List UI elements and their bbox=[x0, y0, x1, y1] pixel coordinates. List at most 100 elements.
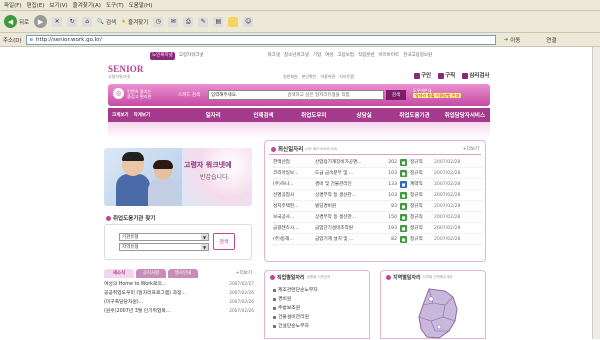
list-item[interactable]: (미구축담당자원)... 2007/02/26 bbox=[104, 298, 254, 307]
tab-news[interactable]: 새소식 bbox=[104, 268, 134, 278]
table-row[interactable]: 금광텐츠시... 금업단기설비조작원 193 ■ 정규직 2007/02/28 bbox=[273, 223, 483, 234]
job-type: 정규직 bbox=[410, 204, 423, 209]
mail-icon[interactable]: ✉ bbox=[168, 16, 179, 27]
quick-job-seek[interactable]: 구직 bbox=[438, 71, 455, 79]
region-select[interactable]: 지역유형 ▼ bbox=[119, 243, 209, 251]
utility-link[interactable]: 본인확인 bbox=[302, 74, 317, 80]
messenger-icon[interactable]: ☺ bbox=[243, 16, 254, 27]
table-row[interactable]: (주)하나... 경비 및 건물관리인 133 ■ 계약직 2007/02/28 bbox=[273, 179, 483, 190]
edit-icon[interactable]: ✎ bbox=[198, 16, 209, 27]
zoom-in-button[interactable]: 크게보기 bbox=[112, 112, 129, 118]
utility-link[interactable]: 사이트맵 bbox=[339, 74, 354, 80]
history-icon[interactable]: ◷ bbox=[153, 16, 164, 27]
list-item[interactable]: 경비원 bbox=[273, 295, 318, 304]
search-button[interactable]: 🔍 검색 bbox=[97, 18, 116, 26]
menu-tools[interactable]: 도구(T) bbox=[106, 1, 124, 9]
menu-help[interactable]: 도움말(H) bbox=[129, 1, 153, 9]
guide-banner[interactable]: ◎ 컨텐츠 즐기는 즐겁고 편리한 bbox=[113, 88, 151, 99]
table-row[interactable]: 한맥산업 산업용기계장비가공명... 202 ■ 정규직 2007/02/28 bbox=[273, 157, 483, 168]
links-label[interactable]: 연결 bbox=[546, 36, 556, 44]
job-company: 금광텐츠시... bbox=[273, 226, 299, 231]
forward-button[interactable]: ▶ bbox=[34, 15, 48, 28]
table-row[interactable]: 선명공업사 상경부작 등 생산관... 103 ■ 정규직 2007/02/28 bbox=[273, 190, 483, 201]
nav-item-counsel[interactable]: 상담실 bbox=[339, 111, 389, 119]
nav-item-helper[interactable]: 취업도우미 bbox=[289, 111, 339, 119]
nav-item-jobs[interactable]: 일자리 bbox=[188, 111, 238, 119]
table-row[interactable]: 성지주택현... 빌딩경비원 83 ■ 정규직 2007/02/28 bbox=[273, 201, 483, 212]
top-nav-item[interactable]: 직업훈련 bbox=[358, 52, 375, 60]
top-nav-item[interactable]: 워크넷 bbox=[268, 52, 280, 60]
agency-type-select[interactable]: 기관유형 ▼ bbox=[119, 233, 209, 241]
speed-search-button[interactable]: 검색 bbox=[386, 90, 406, 100]
top-nav-item[interactable]: 고령자워크넷 bbox=[179, 52, 204, 60]
discuss-icon[interactable]: ▤ bbox=[213, 16, 224, 27]
helper-guide[interactable]: 도우미안내 일자리 창출 이용방법 안내 bbox=[413, 88, 462, 98]
list-item[interactable]: 건물설비관리원 bbox=[273, 313, 318, 322]
tab-events[interactable]: 행사안내 bbox=[168, 268, 198, 278]
quick-test[interactable]: 심리검사 bbox=[462, 71, 490, 79]
list-item[interactable]: 공공취업도우미 (일자리프로그램) 과정... 2007/02/26 bbox=[104, 289, 254, 298]
go-button[interactable]: 이동 bbox=[510, 36, 520, 44]
list-item[interactable]: 주방보조원 bbox=[273, 304, 318, 313]
table-row[interactable]: 코리아일보... 도급 금속분무 및 ... 103 ■ 정규직 2007/02/28 bbox=[273, 168, 483, 179]
jobs-more-link[interactable]: +더보기 bbox=[463, 146, 479, 152]
job-count: 83 bbox=[391, 203, 397, 209]
utility-link[interactable]: 이용약관 bbox=[320, 74, 335, 80]
speed-search-input[interactable]: 입력해주세요. 검색하고 싶은 일자리유형을 직접 bbox=[208, 90, 384, 100]
menu-view[interactable]: 보기(V) bbox=[49, 1, 67, 9]
list-item[interactable]: (원주)2007년 3월 단기취업복... 2007/02/26 bbox=[104, 307, 254, 316]
top-nav-item[interactable]: 청소년워크넷 bbox=[284, 52, 309, 60]
table-row[interactable]: (주)동해... 금업기계 설치 및 ... 82 ■ 정규직 2007/02/28 bbox=[273, 234, 483, 245]
table-row[interactable]: 보국공사... 상경부작 등 생산관... 150 ■ 정규직 2007/02/28 bbox=[273, 212, 483, 223]
quick-job-offer[interactable]: 구인 bbox=[414, 71, 431, 79]
menu-favorites[interactable]: 즐겨찾기(A) bbox=[73, 1, 101, 9]
news-list: 여성의 Home to Work로의... 2007/02/27 공공취업도우미 … bbox=[104, 280, 254, 316]
menu-file[interactable]: 파일(F) bbox=[4, 1, 22, 9]
job-title: 도급 금속분무 및 ... bbox=[315, 171, 354, 176]
korea-map-icon[interactable] bbox=[411, 287, 467, 340]
home-icon[interactable]: ⌂ bbox=[82, 16, 93, 27]
back-button[interactable]: ◀ 뒤로 bbox=[4, 15, 29, 28]
top-nav-item[interactable]: 노인복지넷 bbox=[150, 52, 175, 60]
job-title: 상경부작 등 생산관... bbox=[315, 193, 357, 198]
news-more-link[interactable]: +더보기 bbox=[236, 270, 252, 276]
top-nav-item[interactable]: 아르바이트 bbox=[379, 52, 400, 60]
top-nav-item[interactable]: 한국고용정보원 bbox=[403, 52, 432, 60]
top-nav-item[interactable]: 기업 bbox=[313, 52, 321, 60]
back-arrow-icon: ◀ bbox=[4, 15, 17, 28]
list-item[interactable]: 건설단순노무자 bbox=[273, 322, 318, 331]
menu-edit[interactable]: 편집(E) bbox=[27, 1, 45, 9]
top-nav-item[interactable]: 고용보험 bbox=[337, 52, 354, 60]
job-title: 금업단기설비조작원 bbox=[315, 226, 354, 231]
utility-link[interactable]: 일반회원 bbox=[283, 74, 298, 80]
address-input[interactable]: e http://senior.work.go.kr/ bbox=[25, 34, 496, 45]
list-item[interactable]: 여성의 Home to Work로의... 2007/02/27 bbox=[104, 280, 254, 289]
folder-icon[interactable] bbox=[228, 16, 239, 27]
job-title: 빌딩경비원 bbox=[315, 204, 337, 209]
agency-search-button[interactable]: 검색 bbox=[213, 233, 235, 250]
job-count: 193 bbox=[388, 225, 397, 231]
stop-icon[interactable]: ✕ bbox=[52, 16, 63, 27]
job-company: 선명공업사 bbox=[273, 193, 295, 198]
refresh-icon[interactable]: ↻ bbox=[67, 16, 78, 27]
top-nav-item[interactable]: 여성 bbox=[325, 52, 333, 60]
nav-item-staff[interactable]: 취업담당자서비스 bbox=[440, 111, 490, 119]
list-item[interactable]: 제조관련단순노무자 bbox=[273, 286, 318, 295]
favorites-button[interactable]: ★ 즐겨찾기 bbox=[121, 18, 148, 26]
nav-item-agency[interactable]: 취업도움기관 bbox=[389, 111, 439, 119]
job-count: 103 bbox=[388, 192, 397, 198]
site-logo[interactable]: SENIOR 고령자워크넷 bbox=[108, 64, 168, 80]
vertical-scrollbar[interactable] bbox=[592, 47, 600, 339]
job-type-badge-icon: ■ bbox=[400, 213, 407, 221]
hero-banner[interactable]: 고령자 워크넷에 반갑습니다. bbox=[104, 148, 252, 206]
go-arrow-icon[interactable]: ➜ bbox=[504, 37, 509, 43]
job-date: 2007/02/28 bbox=[434, 192, 461, 198]
text-size-controls: 크게보기 작게보기 bbox=[108, 112, 188, 118]
top-nav: 노인복지넷 고령자워크넷 워크넷 청소년워크넷 기업 여성 고용보험 직업훈련 … bbox=[150, 52, 432, 60]
tab-notice[interactable]: 공지사항 bbox=[136, 268, 166, 278]
job-category-title: 직업별일자리 업종별 기준검색 bbox=[270, 274, 330, 281]
zoom-out-button[interactable]: 작게보기 bbox=[134, 112, 151, 118]
latest-jobs-title: 최신일자리 JOB INFORMATION bbox=[271, 145, 337, 153]
nav-item-talent[interactable]: 인재검색 bbox=[238, 111, 288, 119]
print-icon[interactable]: ⎙ bbox=[183, 16, 194, 27]
